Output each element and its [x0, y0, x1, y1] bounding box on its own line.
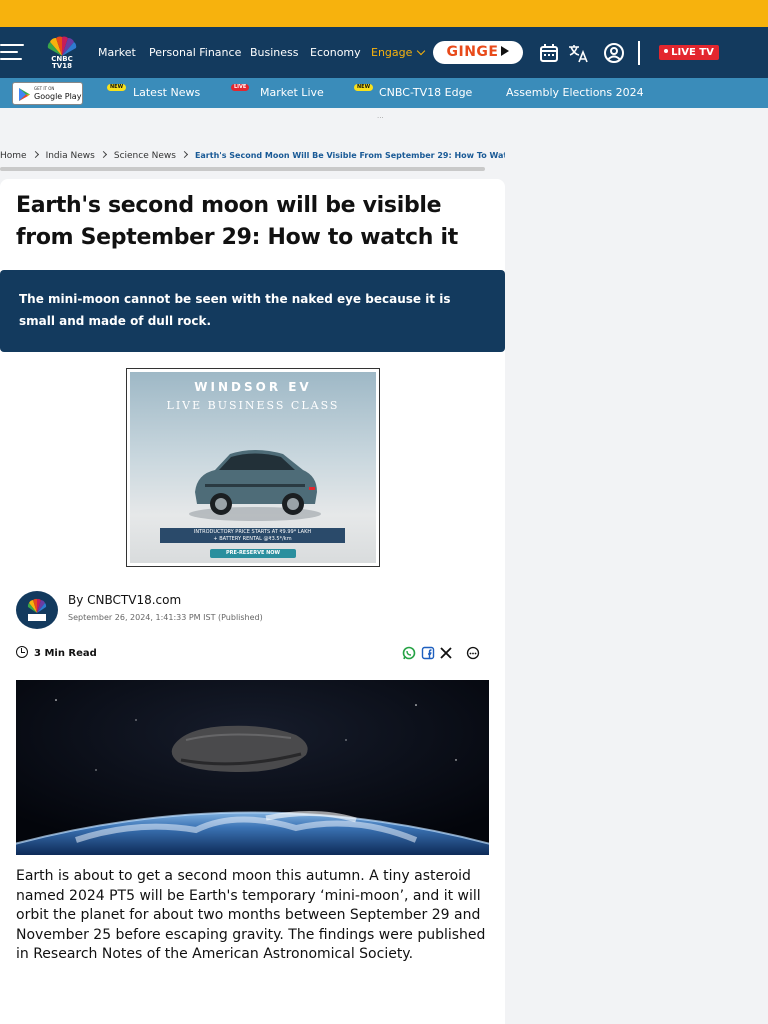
live-badge: LIVE	[231, 84, 250, 91]
chevron-right-icon	[31, 150, 39, 159]
google-play-big-text: Google Play	[34, 92, 82, 101]
chevron-right-icon	[99, 150, 107, 159]
breadcrumb-science-news[interactable]: Science News	[114, 150, 176, 162]
translate-icon[interactable]	[567, 42, 589, 64]
chevron-down-icon	[417, 46, 426, 56]
article-card: Earth's second moon will be visible from…	[0, 179, 505, 1024]
google-play-badge[interactable]: GET IT ON Google Play	[12, 82, 83, 105]
clock-icon	[16, 646, 28, 658]
ad-price-line1: INTRODUCTORY PRICE STARTS AT ₹9.99* LAKH	[193, 529, 312, 535]
x-icon[interactable]	[439, 646, 453, 660]
breadcrumb-india-news[interactable]: India News	[46, 150, 95, 162]
nav-link-business[interactable]: Business	[250, 46, 299, 59]
main-navbar: CNBC TV18 Market Personal Finance Busine…	[0, 27, 768, 78]
engage-label: Engage	[371, 46, 413, 59]
new-badge: NEW	[354, 84, 374, 91]
nav-link-personal-finance[interactable]: Personal Finance	[149, 46, 241, 59]
breadcrumb-home[interactable]: Home	[0, 150, 27, 162]
user-account-icon[interactable]	[603, 42, 625, 64]
car-image	[189, 450, 321, 521]
live-tv-label: LIVE TV	[671, 47, 714, 58]
advertisement[interactable]: WINDSOR EV LIVE BUSINESS CLASS INTRODUCT…	[126, 368, 380, 567]
read-time-label: 3 Min Read	[34, 648, 97, 659]
summary-text: The mini-moon cannot be seen with the na…	[19, 292, 451, 328]
cnbc-tv18-logo[interactable]: CNBC TV18	[42, 36, 82, 70]
ad-cta-button[interactable]: PRE-RESERVE NOW	[210, 549, 296, 558]
subnav-item-cnbc-tv18-edge[interactable]: NEW CNBC-TV18 Edge	[354, 84, 473, 100]
nav-link-engage[interactable]: Engage	[371, 46, 426, 59]
ad-creative: WINDSOR EV LIVE BUSINESS CLASS INTRODUCT…	[130, 372, 376, 563]
more-icon[interactable]	[466, 646, 480, 660]
navbar-divider	[638, 41, 640, 65]
asteroid-earth-image	[16, 680, 489, 855]
chevron-right-icon	[180, 150, 188, 159]
nav-link-market[interactable]: Market	[98, 46, 136, 59]
ginge-button[interactable]: GINGE	[433, 41, 523, 64]
ad-price-line2: + BATTERY RENTAL @₹3.5*/km	[213, 536, 292, 542]
breadcrumb: Home India News Science News Earth's Second…	[0, 150, 505, 164]
read-time: 3 Min Read	[16, 644, 97, 661]
author-name[interactable]: By CNBCTV18.com	[68, 592, 181, 608]
top-banner-strip	[0, 0, 768, 27]
logo-text: CNBC TV18	[51, 55, 73, 70]
ad-placeholder-dots: ...	[377, 112, 384, 120]
subnav-item-assembly-elections[interactable]: Assembly Elections 2024	[506, 86, 644, 100]
breadcrumb-scrollbar[interactable]	[0, 167, 485, 171]
breadcrumb-current: Earth's Second Moon Will Be Visible From…	[194, 151, 505, 160]
play-icon	[501, 46, 510, 56]
ad-tagline: LIVE BUSINESS CLASS	[166, 399, 340, 412]
live-dot-icon	[664, 49, 669, 53]
subnav-item-latest-news[interactable]: NEW Latest News	[107, 84, 201, 100]
subnav-item-label: Market Live	[260, 86, 324, 99]
secondary-navbar: GET IT ON Google Play NEW Latest News LI…	[0, 78, 768, 108]
nav-link-economy[interactable]: Economy	[310, 46, 361, 59]
subnav-item-market-live[interactable]: LIVE Market Live	[231, 84, 324, 100]
article-hero-image	[16, 680, 489, 855]
menu-icon[interactable]	[0, 44, 26, 62]
google-play-small-text: GET IT ON	[34, 86, 55, 91]
facebook-icon[interactable]	[421, 646, 435, 660]
calendar-icon[interactable]	[538, 42, 560, 64]
new-badge: NEW	[107, 84, 127, 91]
publish-date: September 26, 2024, 1:41:33 PM IST (Publ…	[68, 613, 263, 622]
live-tv-button[interactable]: LIVE TV	[659, 45, 719, 60]
article-headline: Earth's second moon will be visible from…	[16, 193, 458, 250]
whatsapp-icon[interactable]	[402, 646, 416, 660]
article-summary: The mini-moon cannot be seen with the na…	[0, 270, 505, 352]
ginge-label: GINGE	[446, 44, 499, 60]
ad-price-box: INTRODUCTORY PRICE STARTS AT ₹9.99* LAKH…	[160, 528, 345, 543]
ad-brand: WINDSOR EV	[194, 380, 312, 394]
google-play-icon	[19, 88, 30, 101]
subnav-item-label: Latest News	[133, 86, 201, 99]
author-avatar[interactable]	[16, 591, 58, 629]
cnbc-avatar-logo	[27, 598, 47, 621]
article-body-paragraph: Earth is about to get a second moon this…	[16, 868, 486, 962]
subnav-item-label: CNBC-TV18 Edge	[379, 86, 473, 99]
